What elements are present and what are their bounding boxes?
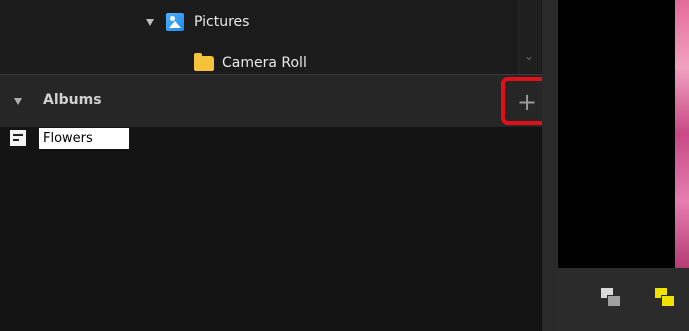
albums-section-header[interactable]: Albums <box>0 74 542 127</box>
stack-square-front <box>607 295 621 307</box>
album-icon <box>10 130 26 146</box>
collapse-arrow-icon[interactable] <box>14 98 22 105</box>
tree-item-label: Camera Roll <box>222 55 307 71</box>
photo-app-window: Pictures Camera Roll ⌄ Albums + <box>0 0 689 331</box>
albums-title: Albums <box>43 92 102 108</box>
stack-square-front <box>661 295 675 307</box>
folder-tree: Pictures Camera Roll <box>0 0 518 73</box>
folder-icon <box>194 52 214 71</box>
bottom-toolbar <box>558 268 689 331</box>
album-list <box>0 127 542 331</box>
preview-photo <box>675 0 689 268</box>
pictures-icon <box>166 13 184 31</box>
tree-item-pictures[interactable]: Pictures <box>146 9 249 35</box>
tree-item-camera-roll[interactable]: Camera Roll <box>194 50 307 76</box>
stack-icon-yellow[interactable] <box>655 288 677 310</box>
chevron-down-icon[interactable]: ⌄ <box>523 50 535 62</box>
tree-item-label: Pictures <box>194 14 250 30</box>
stack-icon-gray[interactable] <box>601 288 623 310</box>
album-item-new[interactable] <box>10 127 129 149</box>
navigation-panel: Pictures Camera Roll ⌄ Albums + <box>0 0 553 331</box>
preview-area <box>558 0 689 268</box>
add-album-button[interactable]: + <box>514 89 540 115</box>
panel-divider[interactable] <box>542 0 558 331</box>
folder-tree-scrollbar[interactable]: ⌄ <box>518 0 541 73</box>
album-name-input[interactable] <box>39 127 129 149</box>
expand-arrow-icon[interactable] <box>146 18 154 26</box>
